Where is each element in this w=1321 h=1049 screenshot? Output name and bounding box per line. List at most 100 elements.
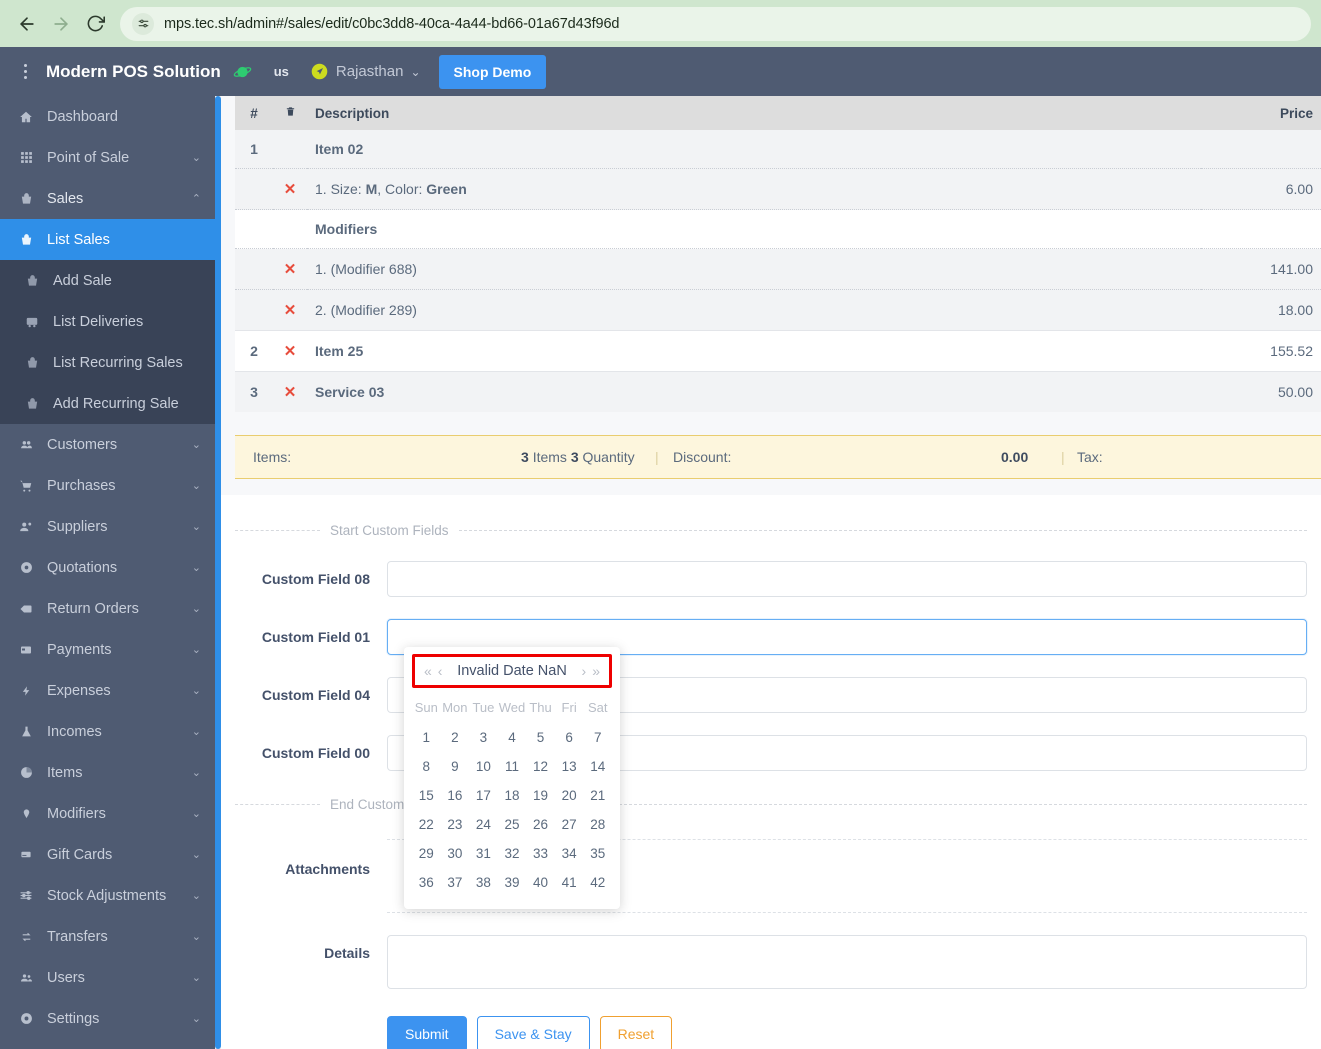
sidebar-item-quotations[interactable]: Quotations ⌄: [0, 547, 215, 588]
prev-year-icon[interactable]: «: [421, 663, 435, 679]
datepicker-popup[interactable]: « ‹ Invalid Date NaN › » Sun Mon Tue Wed Thu…: [404, 647, 620, 909]
sidebar-item-users[interactable]: Users ⌄: [0, 957, 215, 998]
datepicker-day[interactable]: 37: [441, 868, 470, 897]
datepicker-day[interactable]: 10: [469, 752, 498, 781]
datepicker-day[interactable]: 31: [469, 839, 498, 868]
datepicker-day[interactable]: 19: [526, 781, 555, 810]
datepicker-day[interactable]: 29: [412, 839, 441, 868]
datepicker-day[interactable]: 7: [583, 723, 612, 752]
datepicker-day-grid[interactable]: 1 2 3 4 5 6 7 8 9 10 11 12 13 14 15 16 17 18 19 20 21 22 23 24 2…: [412, 723, 612, 897]
sidebar-item-add-recurring-sale[interactable]: Add Recurring Sale: [0, 383, 215, 424]
chevron-down-icon[interactable]: ⌄: [192, 520, 201, 533]
datepicker-day[interactable]: 35: [583, 839, 612, 868]
datepicker-day[interactable]: 17: [469, 781, 498, 810]
sidebar-item-payments[interactable]: Payments ⌄: [0, 629, 215, 670]
datepicker-title[interactable]: Invalid Date NaN: [445, 663, 578, 679]
chevron-down-icon[interactable]: ⌄: [410, 65, 420, 79]
sidebar-item-gift-cards[interactable]: Gift Cards ⌄: [0, 834, 215, 875]
datepicker-day[interactable]: 33: [526, 839, 555, 868]
address-bar[interactable]: mps.tec.sh/admin#/sales/edit/c0bc3dd8-40…: [120, 6, 1311, 41]
reload-icon[interactable]: [78, 7, 112, 41]
datepicker-day[interactable]: 2: [441, 723, 470, 752]
sidebar-item-return-orders[interactable]: Return Orders ⌄: [0, 588, 215, 629]
custom-field-08-input[interactable]: [387, 561, 1307, 597]
sidebar-item-add-sale[interactable]: Add Sale: [0, 260, 215, 301]
sidebar-item-incomes[interactable]: Incomes ⌄: [0, 711, 215, 752]
datepicker-day[interactable]: 22: [412, 810, 441, 839]
chevron-down-icon[interactable]: ⌄: [192, 766, 201, 779]
chevron-down-icon[interactable]: ⌄: [192, 848, 201, 861]
prev-month-icon[interactable]: ‹: [435, 663, 446, 679]
sidebar-item-list-sales[interactable]: List Sales: [0, 219, 215, 260]
datepicker-day[interactable]: 1: [412, 723, 441, 752]
row-delete-icon[interactable]: ✕: [273, 371, 307, 412]
sidebar-item-items[interactable]: Items ⌄: [0, 752, 215, 793]
datepicker-day[interactable]: 11: [498, 752, 527, 781]
submit-button[interactable]: Submit: [387, 1016, 467, 1049]
row-delete-icon[interactable]: ✕: [273, 168, 307, 210]
datepicker-day[interactable]: 14: [583, 752, 612, 781]
row-delete-icon[interactable]: ✕: [273, 330, 307, 372]
datepicker-day[interactable]: 34: [555, 839, 584, 868]
datepicker-day[interactable]: 24: [469, 810, 498, 839]
save-stay-button[interactable]: Save & Stay: [476, 1016, 590, 1049]
sidebar-item-transfers[interactable]: Transfers ⌄: [0, 916, 215, 957]
chevron-down-icon[interactable]: ⌄: [192, 684, 201, 697]
row-delete-icon[interactable]: ✕: [273, 248, 307, 290]
chevron-down-icon[interactable]: ⌄: [192, 930, 201, 943]
datepicker-day[interactable]: 32: [498, 839, 527, 868]
back-arrow-icon[interactable]: [10, 7, 44, 41]
chevron-down-icon[interactable]: ⌄: [192, 151, 201, 164]
datepicker-day[interactable]: 20: [555, 781, 584, 810]
sidebar-item-modifiers[interactable]: Modifiers ⌄: [0, 793, 215, 834]
datepicker-day[interactable]: 30: [441, 839, 470, 868]
sidebar-item-stock-adjustments[interactable]: Stock Adjustments ⌄: [0, 875, 215, 916]
kebab-menu-icon[interactable]: [12, 64, 38, 79]
datepicker-day[interactable]: 15: [412, 781, 441, 810]
sidebar-item-sales[interactable]: Sales ⌃: [0, 178, 215, 219]
sidebar-item-list-deliveries[interactable]: List Deliveries: [0, 301, 215, 342]
datepicker-day[interactable]: 39: [498, 868, 527, 897]
sidebar-item-point-of-sale[interactable]: Point of Sale ⌄: [0, 137, 215, 178]
datepicker-day[interactable]: 42: [583, 868, 612, 897]
chevron-down-icon[interactable]: ⌄: [192, 725, 201, 738]
next-year-icon[interactable]: »: [589, 663, 603, 679]
datepicker-day[interactable]: 40: [526, 868, 555, 897]
datepicker-day[interactable]: 28: [583, 810, 612, 839]
chevron-down-icon[interactable]: ⌄: [192, 479, 201, 492]
chevron-down-icon[interactable]: ⌄: [192, 889, 201, 902]
tune-icon[interactable]: [132, 12, 154, 35]
sidebar-item-settings[interactable]: Settings ⌄: [0, 998, 215, 1039]
datepicker-day[interactable]: 13: [555, 752, 584, 781]
sidebar-item-dashboard[interactable]: Dashboard: [0, 96, 215, 137]
datepicker-day[interactable]: 27: [555, 810, 584, 839]
chevron-up-icon[interactable]: ⌃: [192, 192, 201, 205]
chevron-down-icon[interactable]: ⌄: [192, 602, 201, 615]
row-delete-icon[interactable]: ✕: [273, 289, 307, 331]
datepicker-day[interactable]: 38: [469, 868, 498, 897]
sidebar-item-customers[interactable]: Customers ⌄: [0, 424, 215, 465]
chevron-down-icon[interactable]: ⌄: [192, 971, 201, 984]
datepicker-day[interactable]: 8: [412, 752, 441, 781]
sidebar-item-expenses[interactable]: Expenses ⌄: [0, 670, 215, 711]
datepicker-day[interactable]: 6: [555, 723, 584, 752]
details-textarea[interactable]: [387, 935, 1307, 989]
trash-icon[interactable]: [273, 96, 307, 130]
datepicker-day[interactable]: 21: [583, 781, 612, 810]
datepicker-day[interactable]: 26: [526, 810, 555, 839]
reset-button[interactable]: Reset: [599, 1016, 673, 1049]
datepicker-day[interactable]: 41: [555, 868, 584, 897]
chevron-down-icon[interactable]: ⌄: [192, 561, 201, 574]
sidebar-item-purchases[interactable]: Purchases ⌄: [0, 465, 215, 506]
forward-arrow-icon[interactable]: [44, 7, 78, 41]
datepicker-day[interactable]: 25: [498, 810, 527, 839]
datepicker-day[interactable]: 3: [469, 723, 498, 752]
locale-label[interactable]: us: [274, 64, 289, 79]
datepicker-day[interactable]: 18: [498, 781, 527, 810]
chevron-down-icon[interactable]: ⌄: [192, 643, 201, 656]
datepicker-day[interactable]: 16: [441, 781, 470, 810]
datepicker-day[interactable]: 12: [526, 752, 555, 781]
chevron-down-icon[interactable]: ⌄: [192, 438, 201, 451]
chevron-down-icon[interactable]: ⌄: [192, 807, 201, 820]
region-label[interactable]: Rajasthan: [336, 63, 404, 80]
